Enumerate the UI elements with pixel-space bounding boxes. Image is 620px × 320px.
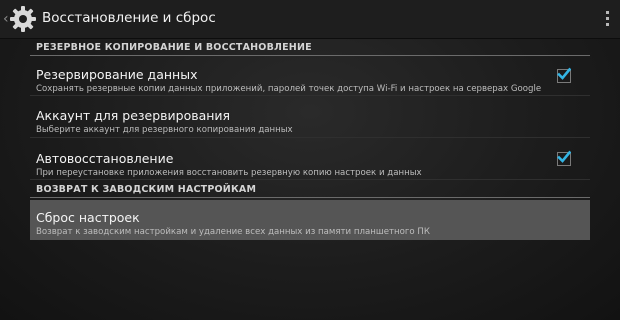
section-header-factory-reset: ВОЗВРАТ К ЗАВОДСКИМ НАСТРОЙКАМ xyxy=(30,180,590,198)
pref-factory-reset[interactable]: Сброс настроек Возврат к заводским настр… xyxy=(30,200,590,240)
pref-title: Автовосстановление xyxy=(36,151,174,166)
overflow-menu-icon[interactable] xyxy=(604,11,610,27)
pref-summary: При переустановке приложения восстановит… xyxy=(36,168,422,178)
pref-summary: Возврат к заводским настройкам и удалени… xyxy=(36,227,430,237)
checkmark-icon xyxy=(557,67,571,80)
pref-summary: Сохранять резервные копии данных приложе… xyxy=(36,84,542,94)
pref-summary: Выберите аккаунт для резервного копирова… xyxy=(36,125,293,135)
pref-title: Аккаунт для резервирования xyxy=(36,108,231,123)
pref-auto-restore[interactable]: Автовосстановление При переустановке при… xyxy=(30,138,590,180)
pref-backup-account[interactable]: Аккаунт для резервирования Выберите акка… xyxy=(30,96,590,138)
settings-list: РЕЗЕРВНОЕ КОПИРОВАНИЕ И ВОССТАНОВЛЕНИЕ Р… xyxy=(30,38,590,240)
section-header-backup: РЕЗЕРВНОЕ КОПИРОВАНИЕ И ВОССТАНОВЛЕНИЕ xyxy=(30,38,590,56)
gear-icon[interactable] xyxy=(8,4,38,34)
auto-restore-checkbox[interactable] xyxy=(557,150,571,166)
pref-title: Сброс настроек xyxy=(36,210,140,225)
action-bar: ‹ Восстановление и сброс xyxy=(0,0,620,39)
page-title: Восстановление и сброс xyxy=(42,10,216,26)
checkmark-icon xyxy=(557,150,571,163)
backup-data-checkbox[interactable] xyxy=(557,67,571,83)
pref-backup-data[interactable]: Резервирование данных Сохранять резервны… xyxy=(30,56,590,96)
pref-title: Резервирование данных xyxy=(36,67,198,82)
